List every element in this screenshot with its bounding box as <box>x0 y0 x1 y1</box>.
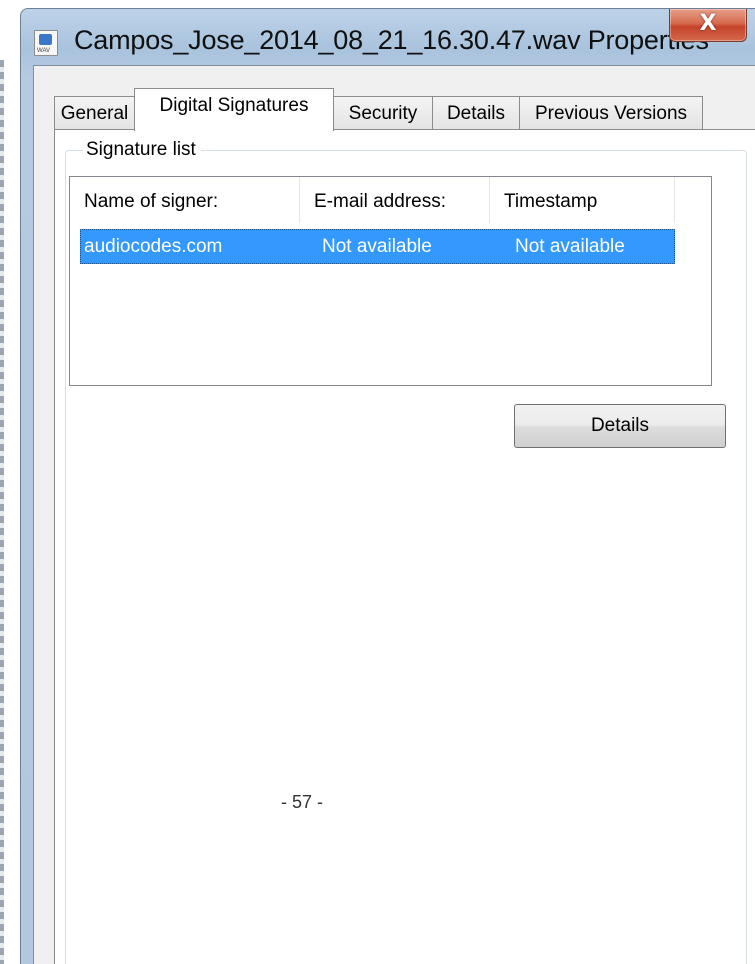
timestamp-cell: Not available <box>515 236 625 257</box>
audio-note-icon <box>39 34 52 45</box>
column-header-email[interactable]: E-mail address: <box>300 177 490 223</box>
dialog-client-area: General Digital Signatures Security Deta… <box>33 65 755 964</box>
document-page: WAV Campos_Jose_2014_08_21_16.30.47.wav … <box>0 0 755 964</box>
tab-general[interactable]: General <box>54 96 135 130</box>
signature-list-label: Signature list <box>83 139 201 161</box>
list-header: Name of signer: E-mail address: Timestam… <box>70 177 711 223</box>
tab-digital-signatures[interactable]: Digital Signatures <box>134 88 334 131</box>
close-button[interactable]: X <box>669 9 747 42</box>
details-button[interactable]: Details <box>514 404 726 448</box>
tab-previous-versions[interactable]: Previous Versions <box>519 96 703 130</box>
file-type-label: WAV <box>37 48 50 54</box>
window-title: Campos_Jose_2014_08_21_16.30.47.wav Prop… <box>74 25 709 55</box>
tab-details[interactable]: Details <box>432 96 520 130</box>
tab-security[interactable]: Security <box>333 96 433 130</box>
signer-name-cell: audiocodes.com <box>84 236 223 257</box>
column-header-timestamp[interactable]: Timestamp <box>490 177 675 223</box>
close-icon: X <box>699 11 717 36</box>
page-number: - 57 - <box>281 792 324 812</box>
wav-file-icon: WAV <box>34 30 58 56</box>
properties-dialog: WAV Campos_Jose_2014_08_21_16.30.47.wav … <box>20 8 755 964</box>
signature-row[interactable]: audiocodes.com Not available Not availab… <box>80 229 675 264</box>
signature-list-view[interactable]: Name of signer: E-mail address: Timestam… <box>69 176 712 386</box>
column-header-name[interactable]: Name of signer: <box>70 177 300 223</box>
email-cell: Not available <box>322 236 432 257</box>
title-bar[interactable]: WAV Campos_Jose_2014_08_21_16.30.47.wav … <box>21 9 755 65</box>
page-edge-artifact <box>0 60 4 964</box>
